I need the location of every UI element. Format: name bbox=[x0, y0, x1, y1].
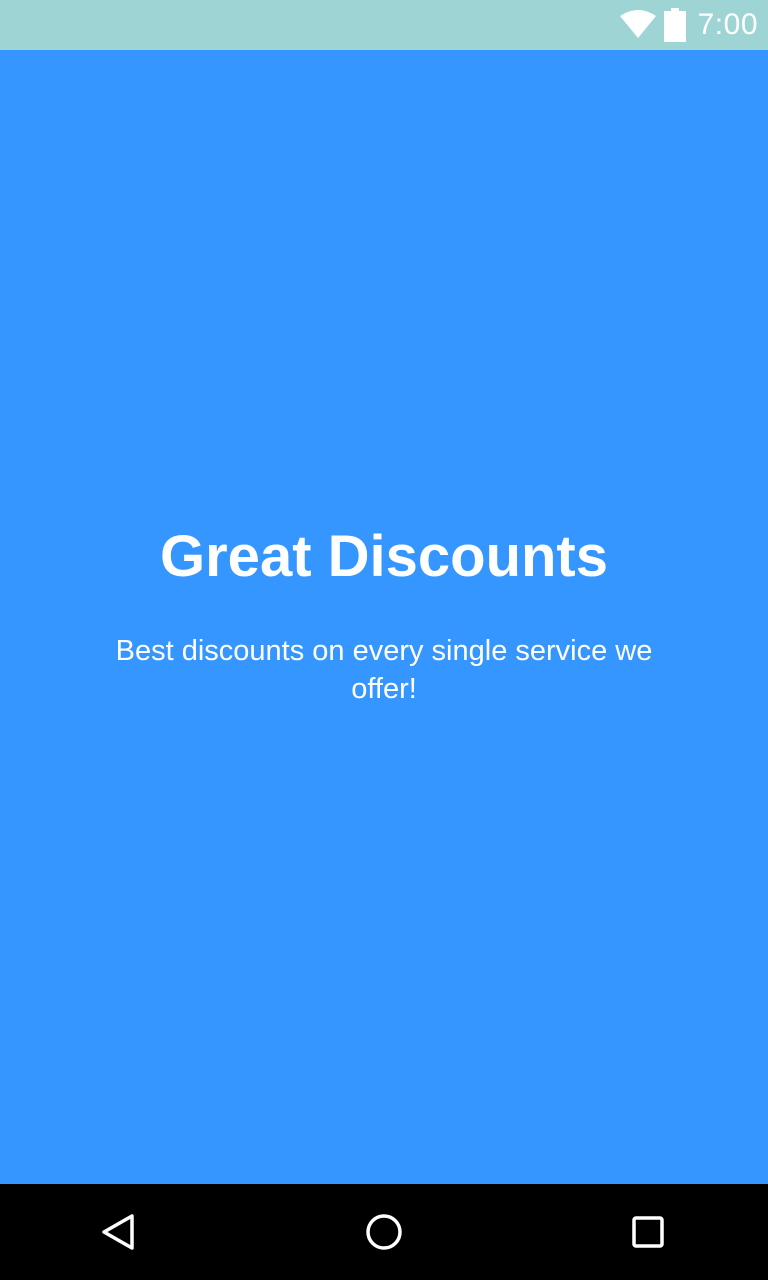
recents-icon bbox=[632, 1216, 664, 1248]
status-bar: 7:00 bbox=[0, 0, 768, 50]
status-clock: 7:00 bbox=[697, 8, 758, 41]
page-title: Great Discounts bbox=[160, 524, 608, 589]
home-icon bbox=[366, 1214, 402, 1250]
wifi-icon bbox=[618, 10, 658, 40]
navigation-bar bbox=[0, 1184, 768, 1280]
battery-icon bbox=[663, 8, 686, 42]
recents-button[interactable] bbox=[600, 1184, 696, 1280]
onboarding-page: Great Discounts Best discounts on every … bbox=[0, 50, 768, 1184]
back-icon bbox=[102, 1214, 134, 1250]
home-button[interactable] bbox=[336, 1184, 432, 1280]
page-subtitle: Best discounts on every single service w… bbox=[115, 635, 653, 705]
back-button[interactable] bbox=[72, 1184, 168, 1280]
